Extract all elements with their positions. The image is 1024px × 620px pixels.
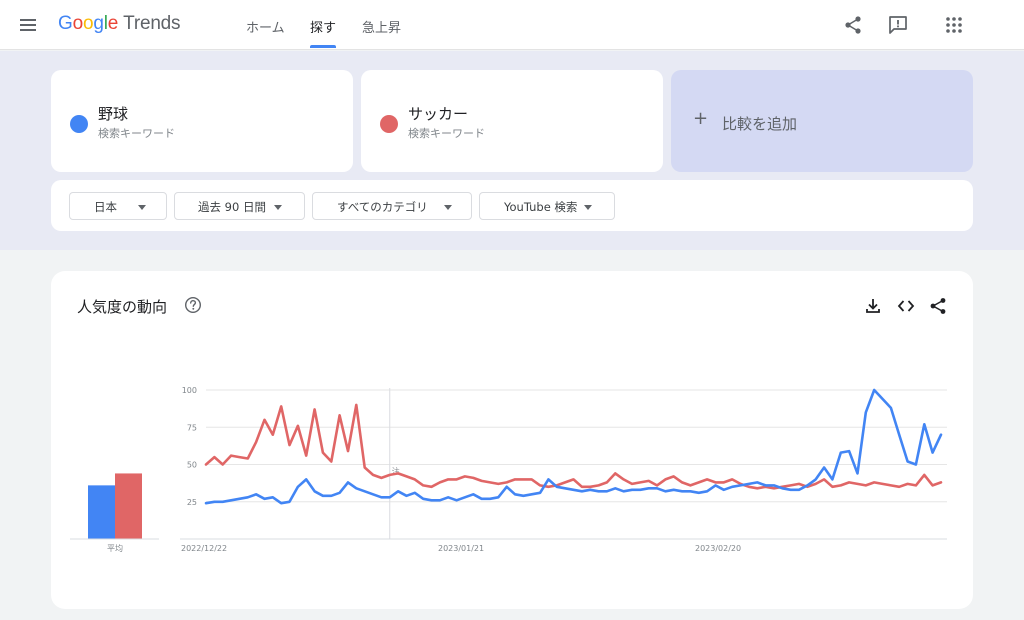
logo-letter: g: [93, 13, 104, 34]
share-icon[interactable]: [842, 14, 864, 36]
region-label: 日本: [94, 200, 117, 214]
average-bar-soccer: [115, 473, 142, 539]
tab-home[interactable]: ホーム: [246, 17, 285, 36]
category-dropdown[interactable]: すべてのカテゴリ: [312, 192, 472, 220]
time-range-label: 過去 90 日間: [198, 200, 266, 214]
top-app-bar: Google Trends ホーム 探す 急上昇: [0, 0, 1024, 50]
tab-explore[interactable]: 探す: [310, 17, 336, 36]
active-tab-indicator: [310, 45, 336, 48]
term-type: 検索キーワード: [98, 127, 175, 140]
logo-letter: o: [72, 13, 84, 34]
term-color-dot: [70, 115, 88, 133]
caret-down-icon: [444, 205, 452, 210]
term-name: サッカー: [408, 105, 469, 123]
logo-product-name: Trends: [123, 13, 181, 34]
feedback-icon[interactable]: [887, 14, 909, 36]
apps-icon[interactable]: [943, 14, 965, 36]
y-tick-label: 100: [182, 386, 197, 395]
logo-letter: o: [82, 13, 94, 34]
logo-letter: e: [107, 13, 119, 34]
term-card-baseball[interactable]: 野球 検索キーワード: [51, 70, 353, 172]
interest-over-time-card: 人気度の動向 100 75 50 25 注 2022/12/22 2023/01/21 202…: [51, 271, 973, 609]
search-type-dropdown[interactable]: YouTube 検索: [479, 192, 615, 220]
term-name: 野球: [98, 105, 129, 123]
menu-icon[interactable]: [18, 15, 38, 35]
category-label: すべてのカテゴリ: [337, 200, 428, 214]
add-comparison-label: 比較を追加: [722, 115, 798, 133]
caret-down-icon: [584, 205, 592, 210]
caret-down-icon: [274, 205, 282, 210]
logo-letter: G: [58, 13, 73, 34]
add-comparison-button[interactable]: + 比較を追加: [671, 70, 973, 172]
filter-bar: 日本 過去 90 日間 すべてのカテゴリ YouTube 検索: [51, 180, 973, 231]
tab-trending[interactable]: 急上昇: [362, 17, 401, 36]
term-color-dot: [380, 115, 398, 133]
x-tick-label: 2023/02/20: [695, 544, 741, 553]
x-tick-label: 2022/12/22: [181, 544, 227, 553]
y-tick-label: 25: [187, 498, 197, 507]
logo-google-wordmark: Google: [58, 13, 118, 34]
caret-down-icon: [138, 205, 146, 210]
y-tick-label: 75: [187, 423, 197, 432]
term-type: 検索キーワード: [408, 127, 485, 140]
y-tick-label: 50: [187, 461, 197, 470]
interest-chart[interactable]: 100755025注2022/12/22 2023/01/21 2023/02/20…: [51, 271, 973, 609]
search-type-label: YouTube 検索: [504, 200, 578, 214]
average-label: 平均: [107, 543, 123, 553]
term-card-soccer[interactable]: サッカー 検索キーワード: [361, 70, 663, 172]
average-bar-baseball: [88, 485, 115, 539]
region-dropdown[interactable]: 日本: [69, 192, 167, 220]
plus-icon: +: [693, 108, 709, 129]
time-range-dropdown[interactable]: 過去 90 日間: [174, 192, 305, 220]
x-tick-label: 2023/01/21: [438, 544, 484, 553]
google-trends-logo[interactable]: Google Trends: [58, 13, 181, 35]
